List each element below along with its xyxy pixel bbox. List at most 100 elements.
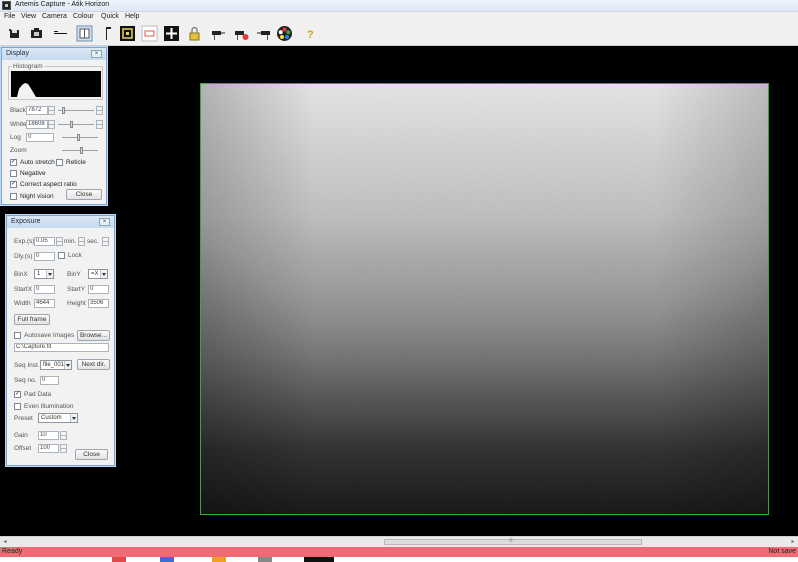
full-frame-button[interactable]: Full frame xyxy=(14,314,50,325)
taskbar-item[interactable] xyxy=(212,557,226,562)
width-field[interactable]: 4644 xyxy=(34,299,55,308)
min-label: min. xyxy=(64,238,77,245)
mount-left-icon[interactable] xyxy=(210,25,227,42)
even-illumination-checkbox[interactable] xyxy=(14,403,21,410)
scroll-left-icon[interactable]: ◂ xyxy=(0,538,10,546)
menu-help[interactable]: Help xyxy=(125,13,139,20)
reticle-checkbox[interactable] xyxy=(56,159,63,166)
autosave-label: Autosave Images xyxy=(24,332,75,339)
white-level-field[interactable]: 18608 xyxy=(26,120,48,129)
scroll-right-icon[interactable]: ▸ xyxy=(788,538,798,546)
black-slider[interactable] xyxy=(58,107,94,114)
grid-icon[interactable] xyxy=(76,25,93,42)
focus-frame-icon[interactable] xyxy=(119,25,136,42)
menu-quick[interactable]: Quick xyxy=(101,13,119,20)
image-canvas[interactable] xyxy=(0,46,798,536)
crosshair-icon[interactable] xyxy=(163,25,180,42)
gain-label: Gain xyxy=(14,432,28,439)
auto-stretch-checkbox[interactable]: ✓ xyxy=(10,159,17,166)
colour-wheel-icon[interactable] xyxy=(276,25,293,42)
black-level-field[interactable]: 7872 xyxy=(26,106,48,115)
scrollbar-thumb[interactable]: ≡ xyxy=(384,538,642,545)
white-spinner[interactable] xyxy=(48,120,55,129)
width-label: Width xyxy=(14,300,31,307)
correct-aspect-label: Correct aspect ratio xyxy=(20,181,77,188)
black-spinner[interactable] xyxy=(48,106,55,115)
preset-value: Custom xyxy=(41,415,62,421)
lock-checkbox[interactable] xyxy=(58,252,65,259)
biny-label: BinY xyxy=(67,271,81,278)
biny-select[interactable]: =X xyxy=(88,269,108,279)
subframe-icon[interactable] xyxy=(141,25,158,42)
save-icon[interactable] xyxy=(6,25,23,42)
negative-label: Negative xyxy=(20,170,46,177)
binx-label: BinX xyxy=(14,271,28,278)
startx-field[interactable]: 0 xyxy=(34,285,55,294)
autosave-checkbox[interactable] xyxy=(14,332,21,339)
histogram-label: Histogram xyxy=(12,63,44,70)
exposure-panel-header[interactable]: Exposure × xyxy=(7,216,114,228)
exposure-min-spinner[interactable] xyxy=(78,237,85,246)
taskbar-item[interactable] xyxy=(160,557,174,562)
horizontal-scrollbar[interactable]: ◂ ≡ ▸ xyxy=(0,536,798,547)
delay-field[interactable]: 0 xyxy=(34,252,55,261)
log-slider[interactable] xyxy=(62,134,98,141)
negative-checkbox[interactable] xyxy=(10,170,17,177)
exposure-sec-spinner[interactable] xyxy=(102,237,109,246)
window-title: Artemis Capture - Atik Horizon xyxy=(15,1,110,8)
line-profile-icon[interactable] xyxy=(52,25,69,42)
binx-select[interactable]: 1 xyxy=(34,269,54,279)
mount-record-icon[interactable] xyxy=(233,25,250,42)
app-icon xyxy=(2,1,11,10)
height-field[interactable]: 3506 xyxy=(88,299,109,308)
black-slider-spinner[interactable] xyxy=(96,106,103,115)
gain-field[interactable]: 10 xyxy=(38,431,59,440)
starty-field[interactable]: 0 xyxy=(88,285,109,294)
exposure-close-button[interactable]: Close xyxy=(75,449,108,460)
offset-field[interactable]: 100 xyxy=(38,444,59,453)
save-path-field[interactable]: C:\Capture.fit xyxy=(14,343,109,352)
display-panel: Display × Histogram Black 7872 White 186… xyxy=(1,47,107,205)
log-field[interactable]: 0 xyxy=(26,133,54,142)
exposure-panel-close-icon[interactable]: × xyxy=(99,218,110,226)
white-slider-spinner[interactable] xyxy=(96,120,103,129)
next-dir-button[interactable]: Next dir. xyxy=(77,359,110,370)
display-panel-close-icon[interactable]: × xyxy=(91,50,102,58)
display-panel-header[interactable]: Display × xyxy=(2,48,106,60)
preset-select[interactable]: Custom xyxy=(38,413,78,423)
flag-icon[interactable] xyxy=(99,25,116,42)
browse-button[interactable]: Browse... xyxy=(77,330,110,341)
zoom-label: Zoom xyxy=(10,147,27,154)
white-slider[interactable] xyxy=(58,121,94,128)
offset-label: Offset xyxy=(14,445,32,452)
taskbar-item[interactable] xyxy=(304,557,334,562)
exposure-panel-title: Exposure xyxy=(11,218,41,225)
zoom-slider[interactable] xyxy=(62,147,98,154)
pad-data-checkbox[interactable]: ✓ xyxy=(14,391,21,398)
dly-label: Dly.(s) xyxy=(14,253,33,260)
taskbar-item[interactable] xyxy=(258,557,272,562)
svg-text:?: ? xyxy=(307,29,314,41)
night-vision-checkbox[interactable] xyxy=(10,193,17,200)
seq-no-field[interactable]: 0 xyxy=(40,376,59,385)
correct-aspect-checkbox[interactable]: ✓ xyxy=(10,181,17,188)
menu-view[interactable]: View xyxy=(21,13,36,20)
seq-inst-select[interactable]: file_001 xyxy=(40,360,72,370)
menu-colour[interactable]: Colour xyxy=(73,13,94,20)
menu-camera[interactable]: Camera xyxy=(42,13,67,20)
gain-spinner[interactable] xyxy=(60,431,67,440)
menu-file[interactable]: File xyxy=(4,13,15,20)
exposure-spinner[interactable] xyxy=(56,237,63,246)
captured-image[interactable] xyxy=(200,83,769,515)
black-label: Black xyxy=(10,107,26,114)
taskbar-item[interactable] xyxy=(112,557,126,562)
lock-icon[interactable] xyxy=(186,25,203,42)
auto-stretch-label: Auto stretch xyxy=(20,159,55,166)
display-close-button[interactable]: Close xyxy=(66,189,102,200)
mount-right-icon[interactable] xyxy=(255,25,272,42)
exposure-time-field[interactable]: 0.05 xyxy=(34,237,55,246)
offset-spinner[interactable] xyxy=(60,444,67,453)
camera-icon[interactable] xyxy=(28,25,45,42)
title-bar: Artemis Capture - Atik Horizon xyxy=(0,0,798,12)
help-icon[interactable]: ? xyxy=(302,25,319,42)
